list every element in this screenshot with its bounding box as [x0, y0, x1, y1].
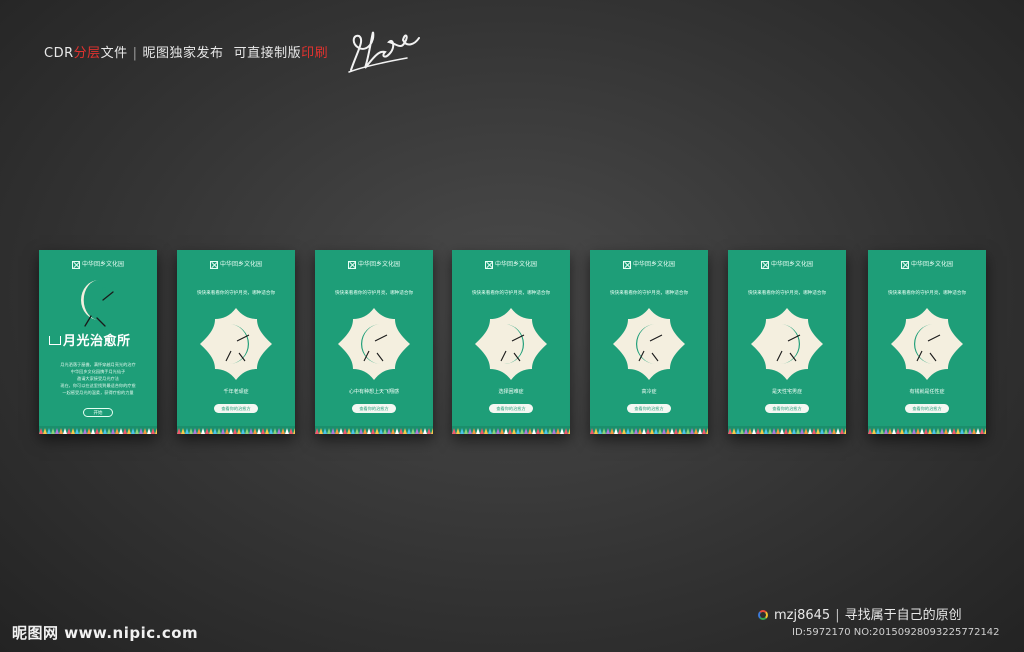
card-subtitle: 快快来看看你的守护月亮，哪种适合你 — [471, 291, 551, 296]
brand-name: 中华回乡文化园 — [81, 261, 124, 268]
brand-header: 中华回乡文化园 — [177, 259, 295, 269]
header-publish: 昵图独家发布 — [142, 46, 224, 61]
nipic-ring-icon — [758, 610, 768, 620]
signature-icon — [348, 31, 420, 73]
view-cure-button[interactable]: 查看你的治愈方 — [214, 404, 258, 413]
moon-character-icon — [81, 280, 114, 327]
moon-emblem-icon — [338, 308, 410, 380]
brand-logo-icon — [209, 260, 218, 269]
brand-name: 中华回乡文化园 — [632, 261, 675, 268]
card-subtitle: 快快来看看你的守护月亮，哪种适合你 — [609, 291, 689, 296]
card-result: 心中有种想上天飞翔感 — [348, 389, 399, 395]
card-result: 选择困难症 — [498, 389, 524, 395]
header-separator: | — [132, 46, 138, 61]
card-result: 千年老顽症 — [223, 389, 249, 395]
intro-line: 月光洒落于屋檐，满怀穿越月亮光的治疗 — [60, 362, 136, 367]
intro-line: 邀请大家接受月光疗法 — [77, 376, 119, 381]
header-banner: CDR分层文件 | 昵图独家发布 可直接制版印刷 — [44, 42, 328, 61]
result-card-5: 中华回乡文化园 快快来看看你的守护月亮，哪种适合你 是天性宅男症 查看你的治愈方 — [728, 250, 846, 434]
intro-line: 现在，你可以在这里找到最适合你的疗愈 — [60, 383, 136, 388]
view-cure-button[interactable]: 查看你的治愈方 — [627, 404, 671, 413]
brand-name: 中华回乡文化园 — [219, 261, 262, 268]
card-subtitle: 快快来看看你的守护月亮，哪种适合你 — [334, 291, 414, 296]
site-watermark: 昵图网 www.nipic.com — [12, 624, 199, 642]
author-slogan: 寻找属于自己的原创 — [844, 608, 962, 623]
brand-header: 中华回乡文化园 — [868, 259, 986, 269]
brand-header: 中华回乡文化园 — [39, 259, 157, 269]
moon-emblem-icon — [200, 308, 272, 380]
intro-description: 月光洒落于屋檐，满怀穿越月亮光的治疗 中华回乡文化园携手月光仙子 邀请大家接受月… — [45, 361, 151, 396]
card-subtitle: 快快来看看你的守护月亮，哪种适合你 — [887, 291, 967, 296]
author-name: mzj8645 — [774, 608, 831, 623]
card-result: 有钱就是任性症 — [909, 389, 945, 395]
brand-header: 中华回乡文化园 — [452, 259, 570, 269]
moon-emblem-icon — [891, 308, 963, 380]
start-button[interactable]: 开始 — [83, 408, 113, 417]
view-cure-button[interactable]: 查看你的治愈方 — [352, 404, 396, 413]
intro-title-text: 月光治愈所 — [63, 334, 131, 349]
brand-header: 中华回乡文化园 — [728, 259, 846, 269]
header-file: 文件 — [100, 46, 128, 61]
result-card-2: 中华回乡文化园 快快来看看你的守护月亮，哪种适合你 心中有种想上天飞翔感 查看你… — [315, 250, 433, 434]
moon-emblem-icon — [613, 308, 685, 380]
header-layer: 分层 — [73, 46, 101, 61]
brand-logo-icon — [71, 260, 80, 269]
header-print-direct: 可直接制版 — [233, 46, 302, 61]
moon-emblem-icon — [475, 308, 547, 380]
footer-separator: | — [835, 608, 840, 623]
brand-name: 中华回乡文化园 — [770, 261, 813, 268]
intro-line: 中华回乡文化园携手月光仙子 — [70, 369, 126, 374]
brand-logo-icon — [484, 260, 493, 269]
brand-logo-icon — [347, 260, 356, 269]
home-icon — [49, 336, 61, 345]
decorative-border — [177, 426, 295, 434]
card-subtitle: 快快来看看你的守护月亮，哪种适合你 — [196, 291, 276, 296]
result-card-3: 中华回乡文化园 快快来看看你的守护月亮，哪种适合你 选择困难症 查看你的治愈方 — [452, 250, 570, 434]
decorative-border — [868, 426, 986, 434]
image-id: ID:5972170 NO:20150928093225772142 — [792, 627, 1000, 638]
author-credit: mzj8645 | 寻找属于自己的原创 — [758, 604, 962, 623]
brand-logo-icon — [900, 260, 909, 269]
brand-header: 中华回乡文化园 — [590, 259, 708, 269]
brand-logo-icon — [622, 260, 631, 269]
brand-header: 中华回乡文化园 — [315, 259, 433, 269]
decorative-border — [452, 426, 570, 434]
decorative-border — [590, 426, 708, 434]
brand-name: 中华回乡文化园 — [357, 261, 400, 268]
result-card-4: 中华回乡文化园 快快来看看你的守护月亮，哪种适合你 高冷症 查看你的治愈方 — [590, 250, 708, 434]
card-row: 中华回乡文化园 月光治愈所 月光洒落于屋檐，满怀穿越月亮光的治疗 中华回乡文化园… — [0, 250, 1024, 436]
result-card-6: 中华回乡文化园 快快来看看你的守护月亮，哪种适合你 有钱就是任性症 查看你的治愈… — [868, 250, 986, 434]
brand-name: 中华回乡文化园 — [494, 261, 537, 268]
view-cure-button[interactable]: 查看你的治愈方 — [905, 404, 949, 413]
view-cure-button[interactable]: 查看你的治愈方 — [489, 404, 533, 413]
card-result: 是天性宅男症 — [771, 389, 802, 395]
card-subtitle: 快快来看看你的守护月亮，哪种适合你 — [747, 291, 827, 296]
header-format: CDR — [44, 46, 74, 61]
decorative-border — [39, 426, 157, 434]
result-card-1: 中华回乡文化园 快快来看看你的守护月亮，哪种适合你 千年老顽症 查看你的治愈方 — [177, 250, 295, 434]
view-cure-button[interactable]: 查看你的治愈方 — [765, 404, 809, 413]
brand-logo-icon — [760, 260, 769, 269]
header-print: 印刷 — [301, 46, 329, 61]
decorative-border — [315, 426, 433, 434]
intro-title: 月光治愈所 — [49, 330, 149, 349]
card-result: 高冷症 — [641, 389, 657, 395]
decorative-border — [728, 426, 846, 434]
intro-line: 一起感受月光的温柔，获得疗愈的力量 — [62, 390, 134, 395]
brand-name: 中华回乡文化园 — [910, 261, 953, 268]
intro-card: 中华回乡文化园 月光治愈所 月光洒落于屋檐，满怀穿越月亮光的治疗 中华回乡文化园… — [39, 250, 157, 434]
moon-emblem-icon — [751, 308, 823, 380]
